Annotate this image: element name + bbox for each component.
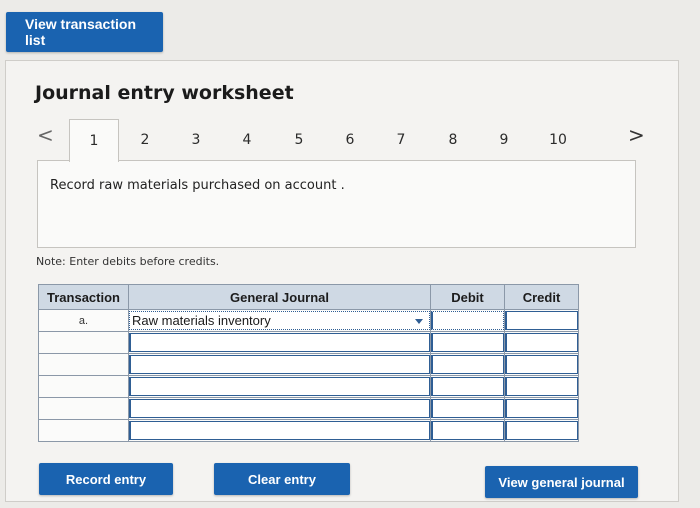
account-input[interactable] xyxy=(129,333,430,352)
tab-7[interactable]: 7 xyxy=(377,119,425,161)
tab-4[interactable]: 4 xyxy=(223,119,271,161)
account-cell xyxy=(128,353,431,376)
credit-input[interactable] xyxy=(505,421,578,440)
table-row xyxy=(38,331,579,354)
account-select[interactable]: Raw materials inventory xyxy=(129,311,430,330)
table-header-row: Transaction General Journal Debit Credit xyxy=(38,284,579,310)
account-input[interactable] xyxy=(129,355,430,374)
credit-input[interactable] xyxy=(505,311,578,330)
tab-3[interactable]: 3 xyxy=(172,119,220,161)
tab-2[interactable]: 2 xyxy=(121,119,169,161)
account-input[interactable] xyxy=(129,421,430,440)
tab-6[interactable]: 6 xyxy=(326,119,374,161)
journal-worksheet-panel: Journal entry worksheet < 1 2 3 4 5 6 7 … xyxy=(5,60,679,502)
account-input[interactable] xyxy=(129,377,430,396)
tab-8[interactable]: 8 xyxy=(429,119,477,161)
transaction-cell xyxy=(38,353,129,376)
tab-content: Record raw materials purchased on accoun… xyxy=(37,160,636,248)
debit-input[interactable] xyxy=(431,421,504,440)
chevron-left-icon[interactable]: < xyxy=(37,123,54,147)
credit-input[interactable] xyxy=(505,399,578,418)
general-journal-header: General Journal xyxy=(128,284,431,310)
tab-5[interactable]: 5 xyxy=(275,119,323,161)
debit-cell xyxy=(430,353,505,376)
debit-cell xyxy=(430,309,505,332)
view-general-journal-button[interactable]: View general journal xyxy=(485,466,638,498)
account-select-value: Raw materials inventory xyxy=(132,313,271,328)
debit-input[interactable] xyxy=(431,311,504,330)
table-row xyxy=(38,375,579,398)
credit-input[interactable] xyxy=(505,333,578,352)
credit-input[interactable] xyxy=(505,377,578,396)
credit-cell xyxy=(504,309,579,332)
table-row xyxy=(38,353,579,376)
transaction-cell: a. xyxy=(38,309,129,332)
credit-cell xyxy=(504,353,579,376)
clear-entry-button[interactable]: Clear entry xyxy=(214,463,350,495)
record-entry-button[interactable]: Record entry xyxy=(39,463,173,495)
credit-header: Credit xyxy=(504,284,579,310)
debit-cell xyxy=(430,419,505,442)
transaction-cell xyxy=(38,375,129,398)
account-cell xyxy=(128,331,431,354)
debit-input[interactable] xyxy=(431,355,504,374)
debit-header: Debit xyxy=(430,284,505,310)
credit-cell xyxy=(504,331,579,354)
tab-1[interactable]: 1 xyxy=(69,119,119,162)
tab-9[interactable]: 9 xyxy=(480,119,528,161)
dropdown-arrow-icon[interactable] xyxy=(415,319,423,324)
note-text: Note: Enter debits before credits. xyxy=(36,255,220,268)
transaction-cell xyxy=(38,397,129,420)
account-cell xyxy=(128,419,431,442)
credit-cell xyxy=(504,419,579,442)
transaction-cell xyxy=(38,419,129,442)
tab-10[interactable]: 10 xyxy=(534,119,582,161)
debit-input[interactable] xyxy=(431,333,504,352)
account-cell xyxy=(128,375,431,398)
debit-cell xyxy=(430,397,505,420)
credit-cell xyxy=(504,397,579,420)
transaction-header: Transaction xyxy=(38,284,129,310)
table-row xyxy=(38,397,579,420)
chevron-right-icon[interactable]: > xyxy=(628,123,645,147)
worksheet-title: Journal entry worksheet xyxy=(35,82,294,104)
account-cell xyxy=(128,397,431,420)
debit-input[interactable] xyxy=(431,399,504,418)
table-row xyxy=(38,419,579,442)
view-transaction-list-button[interactable]: View transaction list xyxy=(6,12,163,52)
debit-cell xyxy=(430,375,505,398)
instruction-text: Record raw materials purchased on accoun… xyxy=(50,178,345,193)
debit-cell xyxy=(430,331,505,354)
table-row: a. Raw materials inventory xyxy=(38,309,579,332)
account-cell: Raw materials inventory xyxy=(128,309,431,332)
credit-cell xyxy=(504,375,579,398)
transaction-cell xyxy=(38,331,129,354)
account-input[interactable] xyxy=(129,399,430,418)
debit-input[interactable] xyxy=(431,377,504,396)
general-journal-table: Transaction General Journal Debit Credit… xyxy=(38,284,579,442)
credit-input[interactable] xyxy=(505,355,578,374)
